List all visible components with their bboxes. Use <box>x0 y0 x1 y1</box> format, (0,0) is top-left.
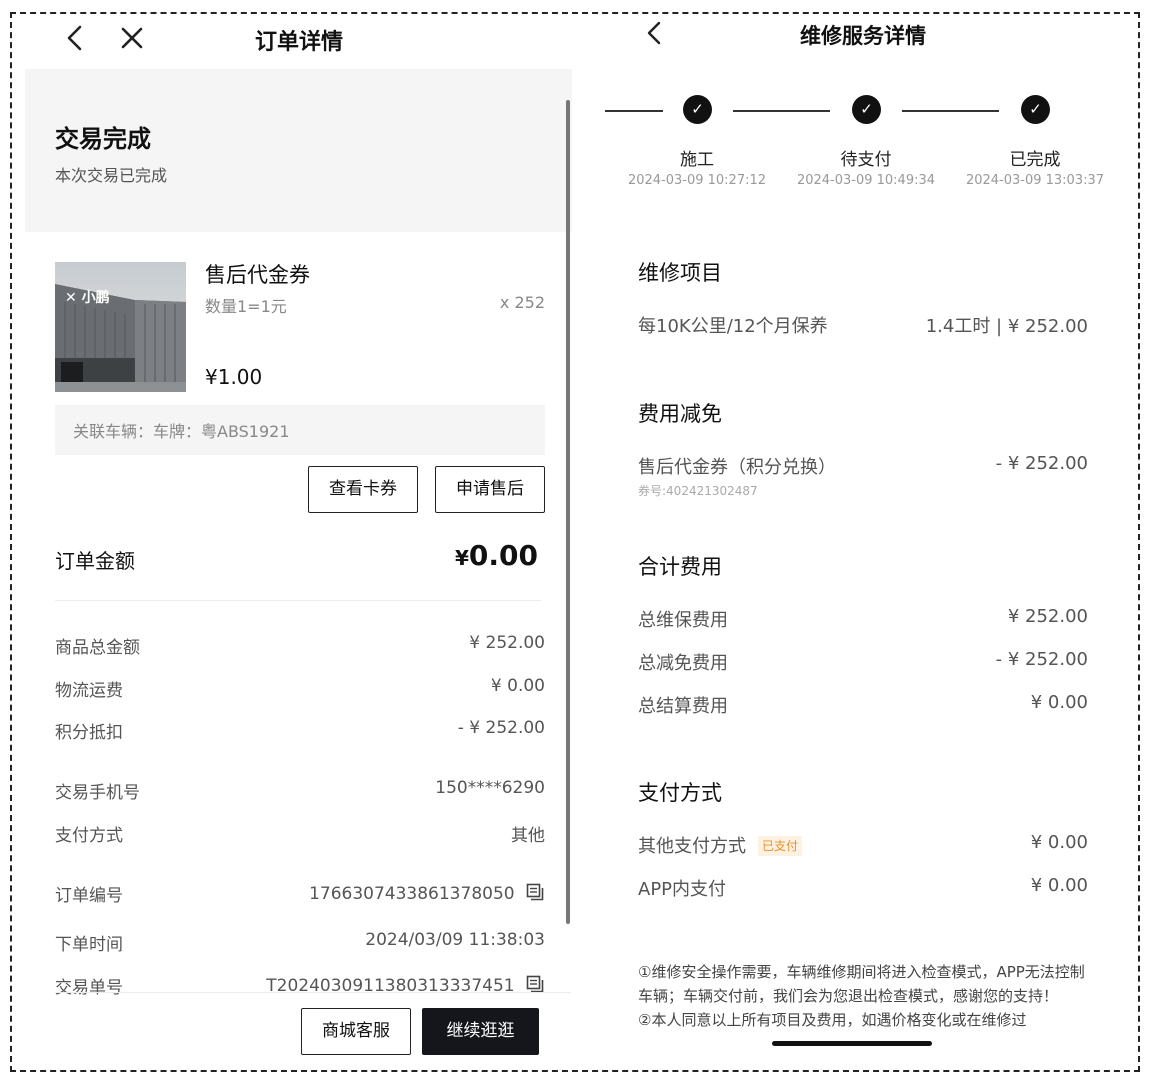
product-quantity: x 252 <box>499 293 545 312</box>
product-name: 售后代金券 <box>205 263 310 287</box>
order-detail-panel: 订单详情 交易完成 本次交易已完成 ✕ 小鹏 售后代金券 数量1=1元 x 25… <box>25 14 575 1070</box>
row-value-order-time: 2024/03/09 11:38:03 <box>365 930 545 950</box>
divider <box>55 600 541 601</box>
back-chevron-icon[interactable] <box>645 21 663 45</box>
home-indicator[interactable] <box>772 1041 932 1046</box>
discount-item-name: 售后代金券（积分兑换） <box>638 457 836 478</box>
order-total-label: 订单金额 <box>55 549 135 573</box>
row-label-transaction-no: 交易单号 <box>55 978 123 998</box>
total-settlement-value: ¥ 0.00 <box>1030 692 1088 713</box>
order-total-value: ¥0.00 <box>455 539 538 572</box>
apply-after-sale-button[interactable]: 申请售后 <box>435 466 545 513</box>
service-note-2: ②本人同意以上所有项目及费用，如遇价格变化或在维修过 <box>638 1011 1027 1029</box>
order-status-banner: 交易完成 本次交易已完成 <box>25 69 572 232</box>
step-time-completed: 2024-03-09 13:03:37 <box>965 173 1105 188</box>
svg-text:✕ 小鹏: ✕ 小鹏 <box>65 289 110 306</box>
step-check-icon: ✓ <box>1021 95 1050 124</box>
row-label-payment: 支付方式 <box>55 826 123 846</box>
step-label-completed: 已完成 <box>1009 150 1061 170</box>
row-label-order-no: 订单编号 <box>55 886 123 906</box>
progress-line <box>605 110 663 112</box>
product-price: ¥1.00 <box>205 365 263 389</box>
page-title: 维修服务详情 <box>800 24 926 48</box>
discount-title: 费用减免 <box>638 402 722 426</box>
order-total-amount: 0.00 <box>468 539 538 572</box>
mall-customer-service-button[interactable]: 商城客服 <box>301 1008 411 1055</box>
scrollbar[interactable] <box>566 100 570 924</box>
linked-vehicle-text: 关联车辆：车牌：粤ABS1921 <box>73 422 290 441</box>
progress-line <box>733 110 830 112</box>
step-label-pending-payment: 待支付 <box>840 150 892 170</box>
product-image[interactable]: ✕ 小鹏 <box>55 262 186 392</box>
transaction-number: T2024030911380313337451 <box>266 976 515 996</box>
row-value-order-no: 1766307433861378050 <box>309 883 545 904</box>
row-value-payment: 其他 <box>511 826 545 846</box>
total-cost-title: 合计费用 <box>638 555 722 579</box>
back-chevron-icon[interactable] <box>65 25 85 51</box>
service-notes: ①维修安全操作需要，车辆维修期间将进入检查模式，APP无法控制车辆；车辆交付前，… <box>638 960 1096 1032</box>
total-maintenance-label: 总维保费用 <box>638 610 728 631</box>
total-discount-label: 总减免费用 <box>638 653 728 674</box>
row-label-order-time: 下单时间 <box>55 935 123 955</box>
app-payment-label: APP内支付 <box>638 879 727 900</box>
row-label-phone: 交易手机号 <box>55 783 140 803</box>
bottom-bar-divider <box>55 992 571 993</box>
row-label-points: 积分抵扣 <box>55 723 123 743</box>
total-settlement-label: 总结算费用 <box>638 696 728 717</box>
order-status-subtitle: 本次交易已完成 <box>55 166 168 185</box>
repair-item-name: 每10K公里/12个月保养 <box>638 316 828 337</box>
other-payment-text: 其他支付方式 <box>638 836 746 857</box>
view-coupon-button[interactable]: 查看卡券 <box>308 466 418 513</box>
order-status-title: 交易完成 <box>55 125 151 153</box>
app-payment-value: ¥ 0.00 <box>1030 875 1088 896</box>
service-detail-panel: 维修服务详情 ✓ ✓ ✓ 施工 2024-03-09 10:27:12 待支付 … <box>600 14 1130 1070</box>
total-maintenance-value: ¥ 252.00 <box>1007 606 1088 627</box>
repair-items-title: 维修项目 <box>638 261 722 285</box>
row-value-shipping: ¥ 0.00 <box>490 676 545 696</box>
step-label-construction: 施工 <box>680 150 714 170</box>
step-check-icon: ✓ <box>683 95 712 124</box>
other-payment-value: ¥ 0.00 <box>1030 832 1088 853</box>
close-icon[interactable] <box>120 26 144 50</box>
other-payment-label: 其他支付方式 已支付 <box>638 832 803 858</box>
step-check-icon: ✓ <box>852 95 881 124</box>
row-label-goods-total: 商品总金额 <box>55 638 140 658</box>
total-discount-value: - ¥ 252.00 <box>995 649 1088 670</box>
row-value-phone: 150****6290 <box>435 778 545 798</box>
page-title: 订单详情 <box>255 30 344 55</box>
repair-item-value: 1.4工时 | ¥ 252.00 <box>925 316 1088 337</box>
row-value-goods-total: ¥ 252.00 <box>469 633 545 653</box>
continue-shopping-button[interactable]: 继续逛逛 <box>422 1008 539 1055</box>
product-spec: 数量1=1元 <box>205 297 287 316</box>
service-note-1: ①维修安全操作需要，车辆维修期间将进入检查模式，APP无法控制车辆；车辆交付前，… <box>638 963 1085 1005</box>
linked-vehicle: 关联车辆：车牌：粤ABS1921 <box>55 405 545 455</box>
paid-badge: 已支付 <box>758 836 803 856</box>
step-time-pending-payment: 2024-03-09 10:49:34 <box>796 173 936 188</box>
currency-symbol: ¥ <box>454 546 469 570</box>
copy-icon[interactable] <box>526 883 545 902</box>
order-number: 1766307433861378050 <box>309 884 515 904</box>
coupon-number: 券号:402421302487 <box>638 484 758 498</box>
discount-item-value: - ¥ 252.00 <box>995 453 1088 474</box>
payment-method-title: 支付方式 <box>638 781 722 805</box>
progress-line <box>902 110 999 112</box>
step-time-construction: 2024-03-09 10:27:12 <box>627 173 767 188</box>
row-label-shipping: 物流运费 <box>55 681 123 701</box>
row-value-points: - ¥ 252.00 <box>457 718 545 738</box>
